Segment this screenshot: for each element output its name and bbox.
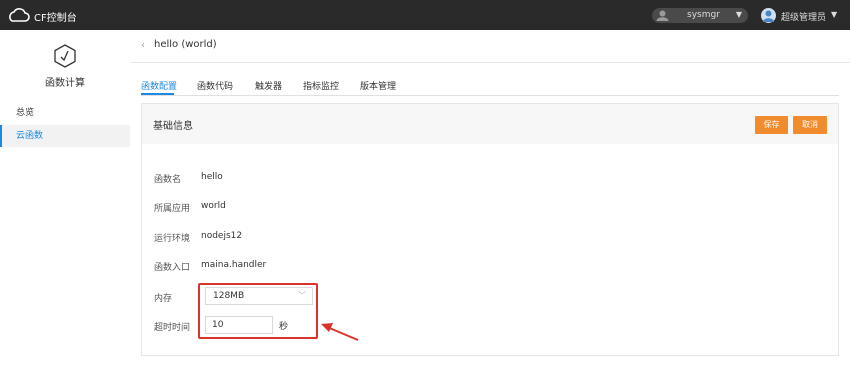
highlight-box [198, 283, 318, 339]
admin-name[interactable]: 超级管理员 [781, 10, 826, 23]
timeout-label: 超时时间 [154, 323, 191, 333]
chevron-down-icon: ▼ [735, 10, 742, 19]
user-name: sysmgr [687, 10, 720, 20]
cancel-button[interactable]: 取消 [793, 116, 827, 134]
tab-function-code[interactable]: 函数代码 [197, 79, 233, 92]
entry-value: maina.handler [201, 260, 267, 270]
app-value: world [201, 201, 226, 211]
app-title[interactable]: CF控制台 [34, 9, 77, 24]
runtime-value: nodejs12 [201, 231, 243, 241]
tab-metrics[interactable]: 指标监控 [303, 79, 339, 92]
save-button[interactable]: 保存 [755, 116, 788, 134]
memory-label: 内存 [154, 294, 173, 304]
panel-title: 基础信息 [153, 121, 193, 132]
panel-header: 基础信息 保存 取消 [142, 104, 838, 144]
sidebar-title: 函数计算 [45, 78, 85, 89]
avatar-icon [763, 10, 774, 22]
entry-label: 函数入口 [154, 263, 191, 273]
user-switcher[interactable]: sysmgr ▼ [652, 8, 748, 23]
admin-avatar[interactable] [761, 8, 776, 23]
function-name-label: 函数名 [154, 175, 182, 185]
back-chevron-icon[interactable]: ‹ [141, 40, 145, 51]
function-icon [54, 44, 76, 68]
sidebar-item-cloud-functions[interactable]: 云函数 [0, 125, 130, 147]
sidebar-item-overview[interactable]: 总览 [0, 102, 130, 124]
sidebar: 函数计算 总览 云函数 [0, 30, 130, 365]
tab-triggers[interactable]: 触发器 [255, 79, 282, 92]
user-group-icon [656, 10, 669, 21]
top-bar: CF控制台 sysmgr ▼ 超级管理员 ▼ [0, 0, 850, 30]
tab-versions[interactable]: 版本管理 [360, 79, 396, 92]
function-name-value: hello [201, 172, 223, 182]
runtime-label: 运行环境 [154, 234, 191, 244]
tab-bar: 函数配置 函数代码 触发器 指标监控 版本管理 [141, 78, 839, 96]
cloud-icon[interactable] [6, 7, 30, 23]
active-tab-indicator [141, 93, 174, 95]
tab-function-config[interactable]: 函数配置 [141, 79, 177, 92]
chevron-down-icon[interactable]: ▼ [831, 10, 837, 19]
divider [130, 62, 850, 63]
app-label: 所属应用 [154, 204, 191, 214]
annotation-arrow-icon [321, 323, 359, 341]
breadcrumb: hello (world) [154, 39, 217, 50]
